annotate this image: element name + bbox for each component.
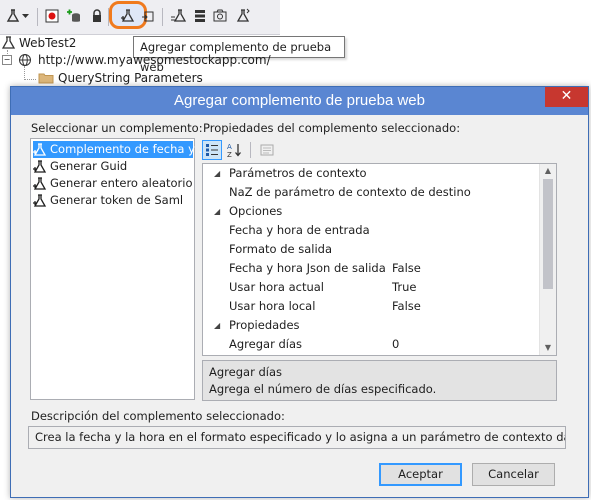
lock-icon[interactable]: [88, 7, 106, 25]
tree-url[interactable]: http://www.myawesomestockapp.com/: [38, 53, 271, 67]
toolbar: [0, 0, 280, 35]
plugin-list-item[interactable]: Generar token de Saml: [33, 192, 193, 209]
collapse-icon[interactable]: ◢: [214, 202, 220, 221]
plugin-icon: [33, 159, 48, 174]
cancel-button[interactable]: Cancelar: [472, 463, 555, 486]
select-plugin-label: Seleccionar un complemento:: [31, 121, 203, 135]
property-name: Opciones: [229, 204, 283, 218]
camera-icon[interactable]: [212, 7, 230, 25]
description-label: Descripción del complemento seleccionado…: [31, 409, 285, 423]
server-icon[interactable]: [191, 7, 209, 25]
tree-root[interactable]: WebTest2: [19, 36, 76, 50]
property-row[interactable]: Fecha y hora de entrada: [203, 221, 539, 240]
scroll-thumb[interactable]: [543, 179, 553, 289]
web-test-icon: [1, 36, 16, 53]
alphabetical-icon[interactable]: AZ: [225, 140, 245, 160]
tree-folder[interactable]: QueryString Parameters: [58, 71, 203, 85]
property-name: Usar hora local: [229, 299, 316, 313]
expand-icon[interactable]: −: [2, 55, 12, 65]
plugin-icon: [33, 193, 48, 208]
property-row[interactable]: Usar hora actual True: [203, 278, 539, 297]
ok-button[interactable]: Aceptar: [379, 463, 462, 486]
property-value[interactable]: False: [392, 259, 421, 278]
vertical-scrollbar[interactable]: ▲ ▼: [539, 164, 556, 355]
collapse-icon[interactable]: ◢: [214, 316, 220, 335]
property-name: Propiedades: [229, 318, 300, 332]
run-test-icon[interactable]: [170, 7, 188, 25]
property-grid[interactable]: Agregar días 0 ◢ Propiedades Usar hora local…: [202, 163, 557, 356]
svg-text:Z: Z: [227, 151, 232, 158]
add-plugin-icon[interactable]: [119, 7, 137, 25]
plugin-list-item[interactable]: Generar entero aleatorio: [33, 175, 193, 192]
property-value[interactable]: 0: [392, 335, 399, 354]
property-value[interactable]: True: [392, 278, 416, 297]
property-row[interactable]: Fecha y hora Json de salida False: [203, 259, 539, 278]
plugin-icon: [33, 176, 48, 191]
close-button[interactable]: ✕: [545, 87, 588, 107]
property-category[interactable]: ◢ Propiedades: [203, 316, 539, 335]
categorized-icon[interactable]: [202, 140, 222, 160]
folder-icon: [38, 72, 54, 87]
add-datasource-icon[interactable]: [65, 7, 83, 25]
property-value[interactable]: False: [392, 297, 421, 316]
scroll-down-icon[interactable]: ▼: [540, 341, 556, 355]
property-pages-icon[interactable]: [257, 140, 277, 160]
property-name: NaZ de parámetro de contexto de destino: [229, 185, 471, 199]
globe-icon: [18, 53, 32, 70]
flask-icon[interactable]: [234, 7, 252, 25]
property-row[interactable]: Agregar días 0: [203, 335, 539, 354]
property-name: Usar hora actual: [229, 280, 325, 294]
help-title: Agregar días: [209, 365, 282, 379]
plugin-label: Generar entero aleatorio: [50, 176, 193, 190]
extract-icon[interactable]: [139, 7, 157, 25]
property-category[interactable]: ◢ Parámetros de contexto: [203, 164, 539, 183]
property-name: Formato de salida: [229, 242, 333, 256]
property-name: Parámetros de contexto: [229, 166, 367, 180]
plugin-label: Generar Guid: [50, 159, 128, 173]
plugin-list[interactable]: Complemento de fecha y .. Generar Guid Gen…: [30, 138, 206, 400]
dialog-title: Agregar complemento de prueba web: [174, 92, 425, 109]
help-text: Agrega el número de días especificado.: [209, 382, 437, 396]
property-category[interactable]: ◢ Opciones: [203, 202, 539, 221]
plugin-list-item[interactable]: Generar Guid: [33, 158, 193, 175]
property-row[interactable]: Formato de salida: [203, 240, 539, 259]
property-name: Agregar días: [229, 337, 302, 351]
description-box: Crea la fecha y la hora en el formato es…: [28, 426, 566, 449]
stop-record-icon[interactable]: [43, 7, 61, 25]
plugin-label: Complemento de fecha y ..: [50, 142, 206, 156]
property-row[interactable]: Usar hora local False: [203, 297, 539, 316]
property-name: Fecha y hora Json de salida: [229, 261, 386, 275]
plugin-icon: [33, 142, 48, 157]
svg-text:A: A: [227, 143, 232, 151]
property-row[interactable]: NaZ de parámetro de contexto de destino: [203, 183, 539, 202]
dropdown-icon[interactable]: [20, 7, 32, 25]
scroll-up-icon[interactable]: ▲: [540, 164, 556, 178]
plugin-label: Generar token de Saml: [50, 193, 184, 207]
add-plugin-dialog: Agregar complemento de prueba web ✕ Sele…: [10, 86, 589, 498]
collapse-icon[interactable]: ◢: [214, 164, 220, 183]
plugin-list-item[interactable]: Complemento de fecha y ..: [33, 141, 206, 158]
properties-label: Propiedades del complemento seleccionado…: [203, 121, 461, 135]
property-name: Fecha y hora de entrada: [229, 223, 370, 237]
help-panel: Agregar días Agrega el número de días es…: [202, 360, 557, 401]
